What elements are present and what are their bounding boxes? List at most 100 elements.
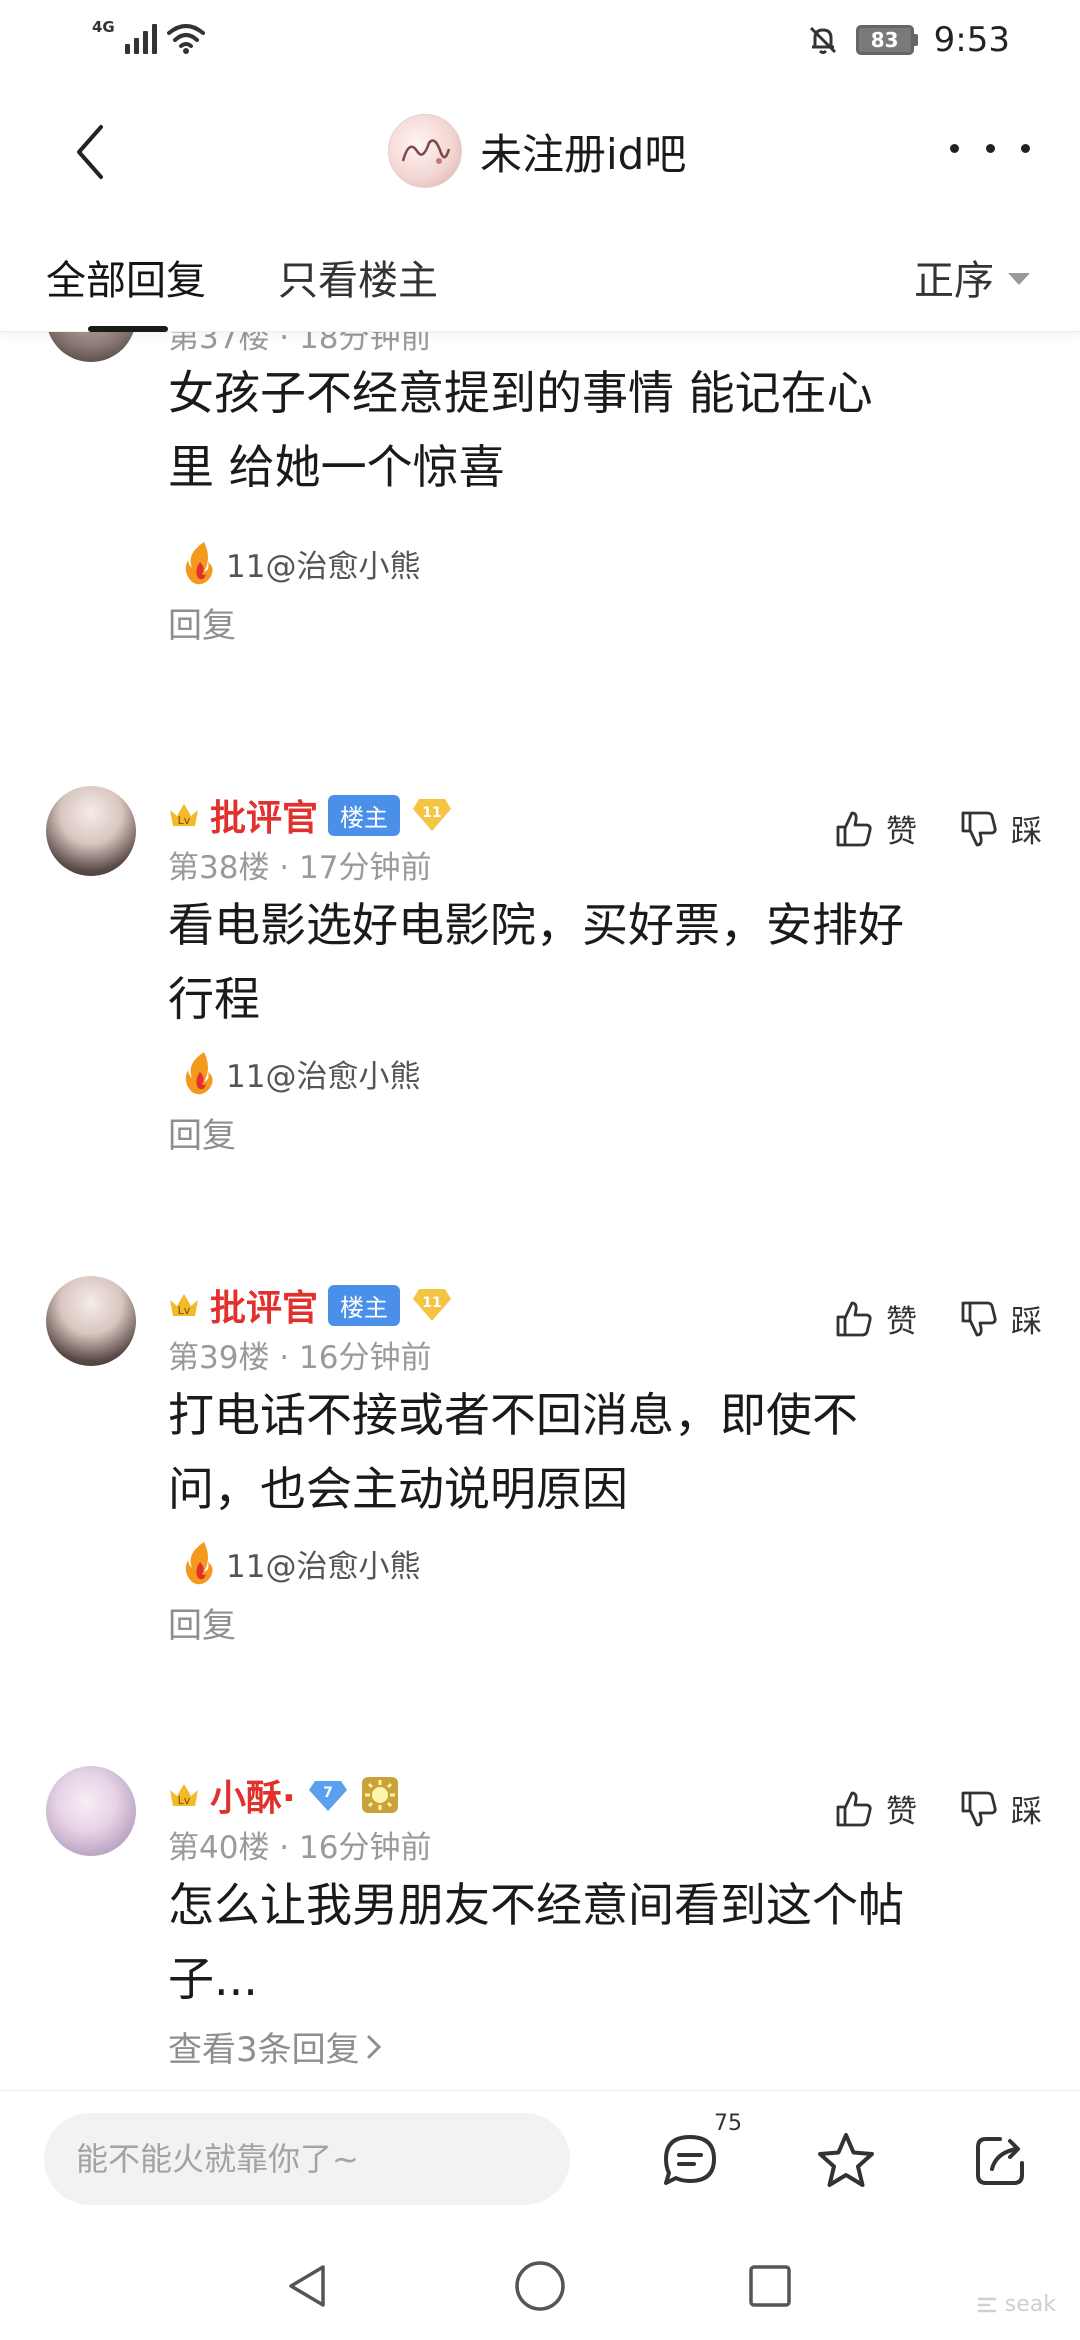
sun-medal-icon [361, 1777, 398, 1813]
star-icon [818, 2133, 874, 2187]
reply-button[interactable]: 回复 [168, 598, 236, 647]
tail-text: 11@治愈小熊 [226, 548, 421, 585]
like-label: 赞 [886, 814, 917, 850]
dislike-label: 踩 [1011, 1794, 1042, 1830]
network-type: 4G [92, 18, 115, 36]
reply-actions: 赞 踩 [834, 1786, 1042, 1831]
triangle-back-icon [289, 2265, 325, 2307]
content-line: 女孩子不经意提到的事情 能记在心 [168, 366, 873, 420]
owner-badge: 楼主 [328, 1284, 401, 1326]
watermark-text: seak [1004, 2292, 1056, 2317]
wifi-icon [166, 24, 205, 54]
avatar[interactable] [46, 1766, 136, 1856]
tab-owner-only[interactable]: 只看楼主 [278, 248, 438, 306]
user-row: Lv 批评官 楼主 11 [168, 789, 454, 841]
user-row: Lv 小酥· 7 [168, 1769, 400, 1821]
svg-text:Lv: Lv [178, 1794, 191, 1807]
sort-label: 正序 [914, 258, 994, 304]
avatar[interactable] [46, 332, 136, 362]
comments-button[interactable] [658, 2129, 722, 2193]
reply-content[interactable]: 看电影选好电影院，买好票，安排好 行程 [168, 888, 1048, 1036]
battery-level: 83 [855, 25, 914, 55]
reply-actions: 赞 踩 [834, 1296, 1042, 1341]
thumbs-up-icon [836, 811, 872, 846]
svg-text:Lv: Lv [178, 814, 191, 827]
forum-avatar [388, 114, 462, 188]
share-icon [976, 2137, 1024, 2185]
content-line: 怎么让我男朋友不经意间看到这个帖 [168, 1878, 904, 1932]
battery-icon: 83 [855, 25, 918, 55]
content-line: 子... [168, 1952, 258, 2006]
dislike-button[interactable]: 踩 [959, 1296, 1042, 1341]
client-tail[interactable]: 11@治愈小熊 [182, 1540, 420, 1586]
floor-meta: 第37楼 · 18分钟前 [168, 332, 432, 356]
svg-text:11: 11 [422, 1295, 441, 1311]
reply-button[interactable]: 回复 [168, 1108, 236, 1157]
comment-bar: 75 [0, 2090, 1080, 2230]
floor-meta: 第39楼 · 16分钟前 [168, 1340, 432, 1376]
reply-content[interactable]: 打电话不接或者不回消息，即使不 问，也会主动说明原因 [168, 1378, 1048, 1526]
tab-active-indicator [88, 326, 168, 332]
comment-count: 75 [714, 2111, 742, 2136]
nav-back-button[interactable] [278, 2256, 338, 2316]
flame-icon [185, 1542, 213, 1585]
username[interactable]: 批评官 [210, 789, 318, 841]
comment-bubble-icon [664, 2135, 716, 2185]
signal-icon [124, 22, 157, 54]
reply-feed[interactable]: 第37楼 · 18分钟前 女孩子不经意提到的事情 能记在心 里 给她一个惊喜 1… [0, 332, 1080, 2090]
tail-text: 11@治愈小熊 [226, 1058, 421, 1095]
reply-content[interactable]: 怎么让我男朋友不经意间看到这个帖 子... [168, 1868, 1048, 2016]
content-line: 打电话不接或者不回消息，即使不 [168, 1388, 858, 1442]
username[interactable]: 批评官 [210, 1279, 318, 1331]
svg-text:7: 7 [323, 1785, 333, 1801]
reply-filter-tabs: 全部回复 只看楼主 正序 [0, 222, 1080, 332]
comment-input[interactable] [44, 2113, 570, 2205]
nav-recents-button[interactable] [740, 2256, 800, 2316]
level-badge-icon: 11 [410, 1287, 454, 1323]
more-dot-icon [1021, 143, 1030, 153]
content-line: 问，也会主动说明原因 [168, 1462, 628, 1516]
nav-home-button[interactable] [510, 2256, 570, 2316]
sort-dropdown[interactable]: 正序 [914, 248, 1030, 306]
more-dot-icon [985, 143, 995, 153]
dislike-button[interactable]: 踩 [959, 806, 1042, 851]
flame-icon [185, 1052, 213, 1095]
back-button[interactable] [60, 120, 120, 184]
avatar[interactable] [46, 1276, 136, 1366]
chevron-right-icon [367, 2035, 381, 2058]
clock: 9:53 [933, 20, 1010, 60]
watermark-logo-icon [977, 2297, 997, 2312]
status-right: 83 9:53 [806, 20, 1010, 60]
floor-meta: 第40楼 · 16分钟前 [168, 1830, 432, 1866]
reply-content[interactable]: 女孩子不经意提到的事情 能记在心 里 给她一个惊喜 [168, 356, 1048, 504]
like-label: 赞 [886, 1304, 917, 1340]
view-replies-label: 查看3条回复 [168, 2030, 360, 2070]
dislike-button[interactable]: 踩 [959, 1786, 1042, 1831]
like-button[interactable]: 赞 [834, 1296, 917, 1341]
client-tail[interactable]: 11@治愈小熊 [182, 540, 420, 586]
favorite-button[interactable] [814, 2129, 878, 2193]
forum-title-link[interactable]: 未注册id吧 [388, 114, 686, 188]
crown-icon: Lv [170, 1294, 198, 1317]
more-dot-icon [950, 143, 959, 153]
caret-down-icon [1008, 273, 1030, 285]
username[interactable]: 小酥· [210, 1769, 296, 1821]
tab-all-replies[interactable]: 全部回复 [46, 248, 206, 306]
level-badge-icon: 11 [410, 797, 454, 833]
svg-text:11: 11 [422, 805, 441, 821]
floor-meta: 第38楼 · 17分钟前 [168, 850, 432, 886]
client-tail[interactable]: 11@治愈小熊 [182, 1050, 420, 1096]
share-button[interactable] [968, 2129, 1032, 2193]
app-header: 未注册id吧 [0, 84, 1080, 220]
like-button[interactable]: 赞 [834, 806, 917, 851]
reply-button[interactable]: 回复 [168, 1598, 236, 1647]
status-bar: 4G 83 9:53 [0, 0, 1080, 84]
more-options-button[interactable] [950, 128, 1030, 168]
view-replies-link[interactable]: 查看3条回复 [168, 2022, 382, 2071]
like-button[interactable]: 赞 [834, 1786, 917, 1831]
owner-badge: 楼主 [328, 794, 401, 836]
thumbs-up-icon [836, 1301, 872, 1336]
content-line: 看电影选好电影院，买好票，安排好 [168, 898, 904, 952]
avatar[interactable] [46, 786, 136, 876]
user-row: Lv 批评官 楼主 11 [168, 1279, 454, 1331]
